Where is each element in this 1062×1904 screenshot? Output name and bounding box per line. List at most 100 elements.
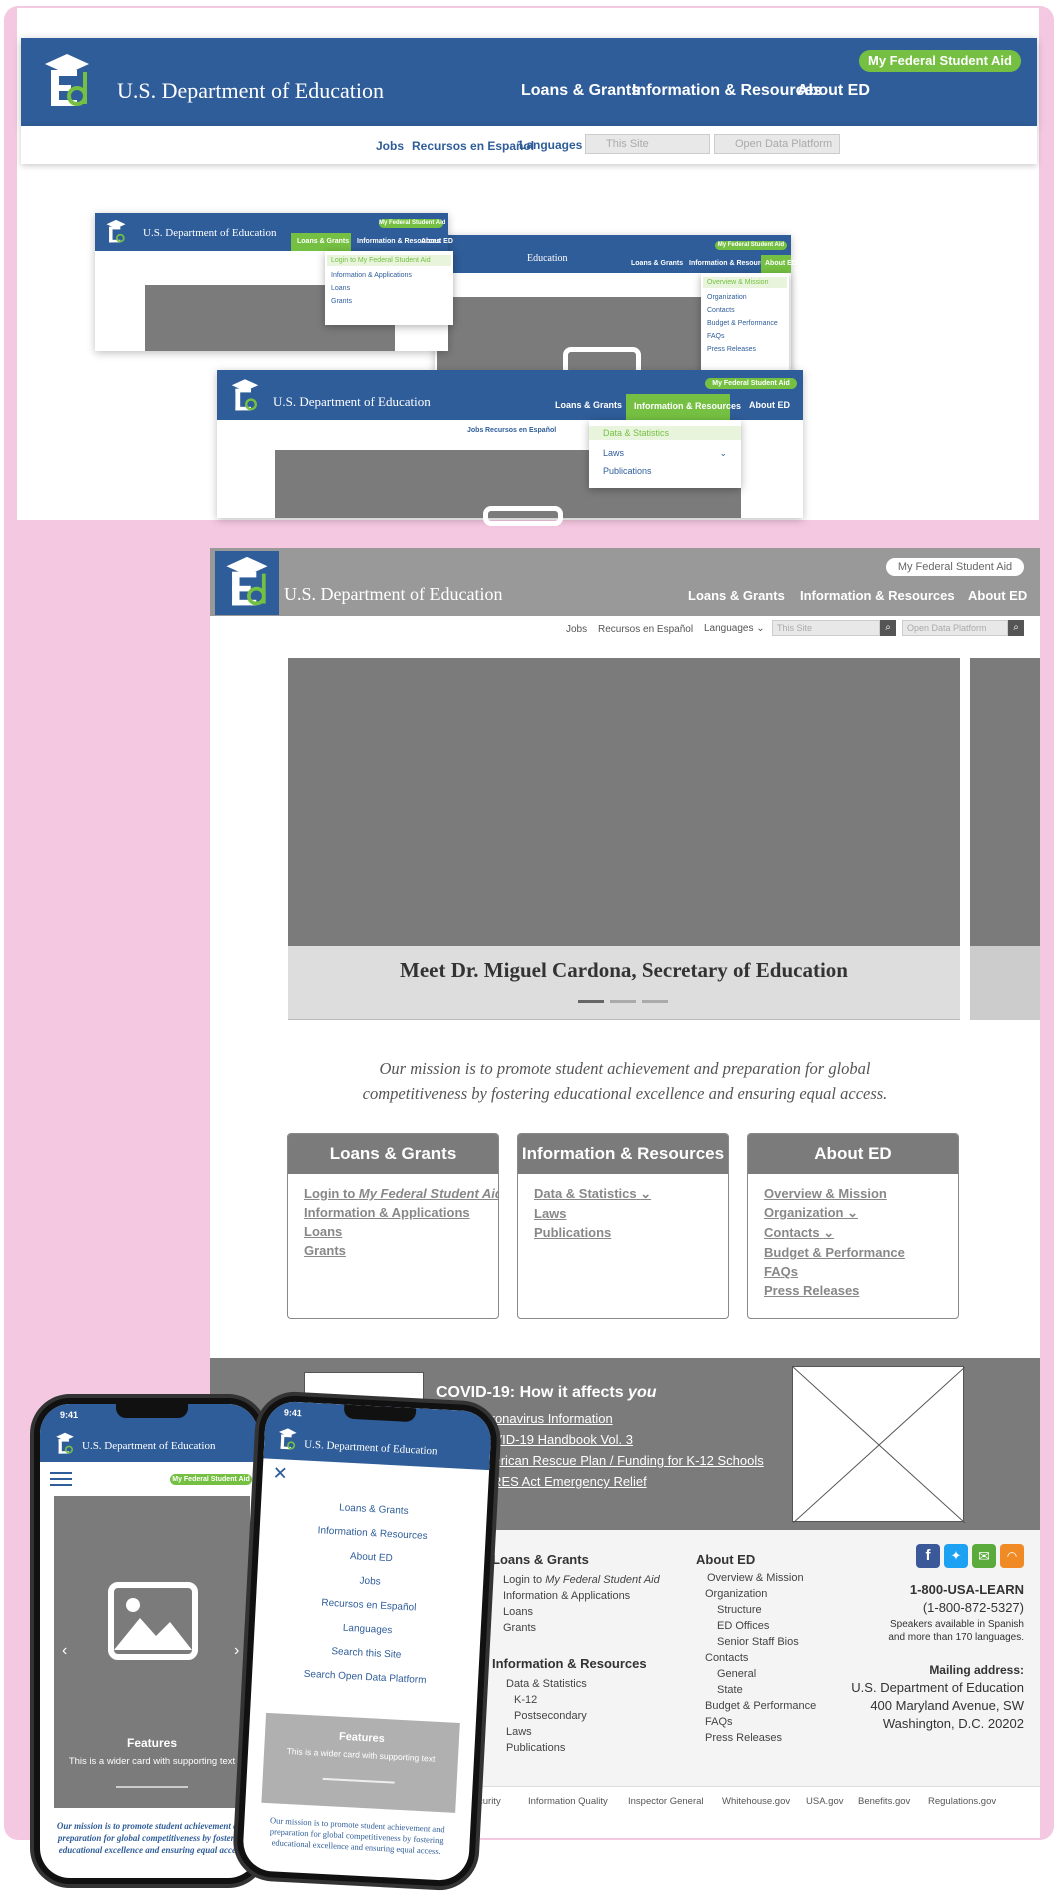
data-search-input[interactable]: Open Data Platform [714,134,840,154]
footer-link[interactable]: Postsecondary [506,1708,587,1724]
dd-info-item[interactable]: Publications [603,466,727,476]
card-link[interactable]: Grants [304,1243,498,1258]
data-search-input[interactable]: Open Data Platform [902,620,1008,636]
nav-info[interactable]: Information & Resources [632,82,822,100]
ed-logo-icon[interactable] [276,1427,299,1452]
footer-link[interactable]: ED Offices [707,1618,816,1634]
dd-loans-item[interactable]: Login to My Federal Student Aid [327,255,451,266]
close-icon[interactable]: ✕ [272,1463,288,1485]
footer-link[interactable]: Login to My Federal Student Aid [503,1572,660,1588]
footer-link[interactable]: Structure [707,1602,816,1618]
jobs-link[interactable]: Jobs [376,139,404,153]
nav-about[interactable]: About ED [797,82,870,100]
spanish-link[interactable]: Recursos en Español [598,624,693,635]
bottom-link[interactable]: USA.gov [806,1796,844,1807]
card-link[interactable]: Login to My Federal Student Aid [304,1186,498,1201]
dd-info-item[interactable]: Laws ⌄ [603,448,727,458]
bottom-link[interactable]: Information Quality [528,1796,608,1807]
dd-about-item[interactable]: Budget & Performance [707,320,783,327]
footer-link[interactable]: K-12 [506,1692,587,1708]
site-search-input[interactable]: This Site [585,134,710,154]
bottom-link[interactable]: Benefits.gov [858,1796,910,1807]
bottom-link[interactable]: Whitehouse.gov [722,1796,790,1807]
footer-link[interactable]: Information & Applications [503,1588,660,1604]
card-link[interactable]: Data & Statistics ⌄ [534,1186,728,1202]
nav-info[interactable]: Information & Resources [800,588,955,603]
bottom-link[interactable]: Inspector General [628,1796,704,1807]
footer-link[interactable]: Data & Statistics [506,1676,587,1692]
footer-link[interactable]: Grants [503,1620,660,1636]
dd-about-item[interactable]: Press Releases [707,346,783,353]
dd-about-item[interactable]: Organization [707,294,783,301]
footer-link[interactable]: Organization [705,1586,816,1602]
languages-dropdown[interactable]: Languages ⌄ [704,623,765,634]
footer-link[interactable]: Loans [503,1604,660,1620]
card-link[interactable]: Overview & Mission [764,1186,958,1201]
chevron-right-icon[interactable]: › [234,1642,239,1660]
search-icon[interactable]: ⌕ [1008,620,1024,636]
nav-about[interactable]: About ED [968,588,1027,603]
phone-number[interactable]: 1-800-USA-LEARN [851,1582,1024,1597]
hero-caption[interactable]: Meet Dr. Miguel Cardona, Secretary of Ed… [288,958,960,983]
footer-link[interactable]: Laws [506,1724,587,1740]
twitter-icon[interactable]: ✦ [944,1544,968,1568]
footer-link[interactable]: General [707,1666,816,1682]
footer-link[interactable]: FAQs [705,1714,816,1730]
card-link[interactable]: Organization ⌄ [764,1205,958,1221]
mobile-title[interactable]: U.S. Department of Education [82,1440,216,1452]
site-title[interactable]: U.S. Department of Education [284,584,502,605]
footer-link[interactable]: State [707,1682,816,1698]
dd-loans-item[interactable]: Information & Applications [331,272,447,279]
hamburger-icon[interactable] [50,1472,72,1488]
footer-link[interactable]: Contacts [705,1650,816,1666]
covid-link[interactable]: COVID-19 Handbook Vol. 3 [474,1429,764,1450]
dd-about-item[interactable]: Overview & Mission [703,277,787,288]
footer-link[interactable]: Overview & Mission [707,1570,816,1586]
fsa-button[interactable]: My Federal Student Aid [170,1474,252,1485]
card-link[interactable]: Budget & Performance [764,1245,958,1260]
footer-link[interactable]: Publications [506,1740,587,1756]
card-link[interactable]: Press Releases [764,1283,958,1298]
card-link[interactable]: Loans [304,1224,498,1239]
fsa-button[interactable]: My Federal Student Aid [859,50,1021,72]
footer-link[interactable]: Budget & Performance [705,1698,816,1714]
card-link[interactable]: Contacts ⌄ [764,1225,958,1241]
search-icon[interactable]: ⌕ [880,620,896,636]
card-link[interactable]: FAQs [764,1264,958,1279]
dd-info-item[interactable]: Data & Statistics [589,426,741,440]
ed-logo-icon[interactable] [215,551,279,615]
mobile-title[interactable]: U.S. Department of Education [304,1438,438,1457]
ed-logo-icon[interactable] [54,1432,76,1456]
fsa-button[interactable]: My Federal Student Aid [886,558,1024,576]
jobs-link[interactable]: Jobs [566,624,587,635]
dd-about-item[interactable]: Contacts [707,307,783,314]
carousel-dot[interactable] [610,1000,636,1003]
covid-link[interactable]: CARES Act Emergency Relief [474,1471,764,1492]
dd-about-item[interactable]: FAQs [707,333,783,340]
site-title[interactable]: U.S. Department of Education [117,78,384,104]
carousel-dot[interactable] [642,1000,668,1003]
facebook-icon[interactable]: f [916,1544,940,1568]
email-icon[interactable]: ✉ [972,1544,996,1568]
covid-link[interactable]: Coronavirus Information [474,1408,764,1429]
footer-link[interactable]: Senior Staff Bios [707,1634,816,1650]
card-link[interactable]: Information & Applications [304,1205,498,1220]
dd-loans-item[interactable]: Grants [331,298,447,305]
card-link[interactable]: Laws [534,1206,728,1221]
footer-link[interactable]: Press Releases [705,1730,816,1746]
bottom-link[interactable]: Regulations.gov [928,1796,996,1807]
covid-link[interactable]: American Rescue Plan / Funding for K-12 … [474,1450,764,1471]
carousel-dots[interactable] [322,1777,395,1784]
nav-loans[interactable]: Loans & Grants [521,82,640,100]
carousel-dots[interactable] [116,1786,188,1788]
site-search-input[interactable]: This Site [772,620,880,636]
card-link[interactable]: Publications [534,1225,728,1240]
dd-loans-item[interactable]: Loans [331,285,447,292]
phone-number-digits[interactable]: (1-800-872-5327) [851,1600,1024,1615]
nav-loans[interactable]: Loans & Grants [688,588,785,603]
ed-logo-icon[interactable] [41,52,93,112]
carousel-dot-active[interactable] [578,1000,604,1003]
rss-icon[interactable]: ◠ [1000,1544,1024,1568]
spanish-link[interactable]: Recursos en Español [412,139,534,153]
chevron-left-icon[interactable]: ‹ [62,1642,67,1660]
